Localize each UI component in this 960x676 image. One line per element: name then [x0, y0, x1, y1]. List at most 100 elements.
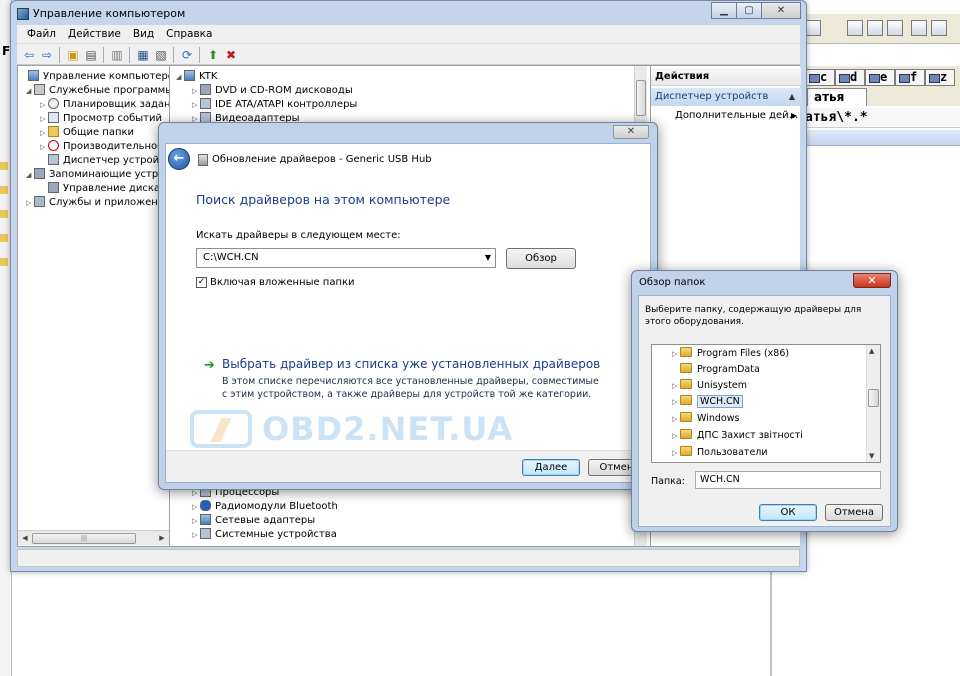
expand-arrow-icon[interactable]: ▷: [40, 140, 48, 154]
expand-arrow-icon[interactable]: ▷: [672, 411, 680, 427]
folder-item-selected[interactable]: ▷ WCH.CN: [672, 394, 743, 410]
collapse-up-icon[interactable]: ▲: [789, 88, 795, 106]
column-header[interactable]: [805, 130, 960, 146]
folder-item[interactable]: ▷ Unisystem: [672, 378, 747, 394]
expand-arrow-icon[interactable]: ▷: [192, 84, 200, 98]
pick-from-list-link[interactable]: Выбрать драйвер из списка уже установлен…: [222, 357, 600, 371]
browse-close-button[interactable]: ✕: [853, 273, 891, 288]
menu-view[interactable]: Вид: [127, 28, 160, 40]
tree-item-label: Производительность: [63, 141, 170, 152]
menu-action[interactable]: Действие: [62, 28, 127, 40]
tree-item[interactable]: ◢ Служебные программы: [26, 84, 169, 98]
driver-path-combobox[interactable]: C:\WCH.CN ▼: [196, 248, 496, 268]
scroll-down-icon[interactable]: ▼: [869, 452, 874, 460]
drive-button[interactable]: z: [925, 69, 955, 86]
tree-item[interactable]: ▷ Радиомодули Bluetooth: [192, 500, 338, 514]
folder-input[interactable]: WCH.CN: [695, 471, 881, 489]
update-driver-icon[interactable]: ⬆: [205, 47, 221, 63]
tree-item[interactable]: ▷ IDE ATA/ATAPI контроллеры: [192, 98, 357, 112]
tree-item[interactable]: ▷ DVD и CD-ROM дисководы: [192, 84, 353, 98]
ftp-icon[interactable]: [847, 20, 863, 36]
expand-arrow-icon[interactable]: ▷: [672, 378, 680, 394]
maximize-button[interactable]: ▢: [736, 2, 762, 19]
tree-item[interactable]: Управление дисками: [40, 182, 169, 196]
uninstall-icon[interactable]: ✖: [223, 47, 239, 63]
scroll-left-icon[interactable]: ◀: [19, 532, 31, 545]
expand-arrow-icon[interactable]: ▷: [192, 98, 200, 112]
folder-item[interactable]: ▷ Program Files (x86): [672, 346, 789, 362]
browse-button[interactable]: Обзор: [506, 248, 576, 269]
show-tree-icon[interactable]: ▤: [83, 47, 99, 63]
ftp-icon[interactable]: [867, 20, 883, 36]
collapse-arrow-icon[interactable]: ◢: [26, 168, 34, 182]
scan-hardware-icon[interactable]: ⟳: [179, 47, 195, 63]
help-icon[interactable]: ▦: [135, 47, 151, 63]
expand-arrow-icon[interactable]: ▷: [672, 394, 680, 410]
collapse-arrow-icon[interactable]: ◢: [176, 70, 184, 84]
next-button[interactable]: Далее: [522, 459, 580, 476]
collapse-arrow-icon[interactable]: ◢: [26, 84, 34, 98]
tree-item[interactable]: ◢ Запоминающие устройст: [26, 168, 169, 182]
tree-item[interactable]: ▷ Производительность: [40, 140, 170, 154]
up-folder-icon[interactable]: ▣: [65, 47, 81, 63]
expand-arrow-icon[interactable]: ▷: [40, 126, 48, 140]
tree-item-label: Планировщик заданий: [63, 99, 170, 110]
more-actions-item[interactable]: Дополнительные дей... ▶: [675, 108, 799, 124]
actions-section-device-manager[interactable]: Диспетчер устройств ▲: [651, 88, 801, 106]
tree-item[interactable]: ◢ KTK: [176, 70, 217, 84]
tree-item[interactable]: ▷ Системные устройства: [192, 528, 337, 542]
tree-item-label: Общие папки: [63, 127, 135, 138]
expand-arrow-icon[interactable]: ▷: [26, 196, 34, 210]
minimize-button[interactable]: ▁: [711, 2, 737, 19]
tree-item[interactable]: ▷ Сетевые адаптеры: [192, 514, 315, 528]
toolbar-icon[interactable]: [931, 20, 947, 36]
edit-icon[interactable]: [911, 20, 927, 36]
folder-item[interactable]: ▷ ДПС Захист звітності: [672, 428, 803, 444]
tree-item[interactable]: ▷ Планировщик заданий: [40, 98, 170, 112]
action-pane-icon[interactable]: ▧: [153, 47, 169, 63]
expand-arrow-icon[interactable]: ▷: [40, 98, 48, 112]
tree-item[interactable]: ▷ Общие папки: [40, 126, 134, 140]
expand-arrow-icon[interactable]: ▷: [192, 500, 200, 514]
expand-arrow-icon[interactable]: ▷: [672, 428, 680, 444]
folder-tree-scrollbar[interactable]: ▲ ▼: [866, 345, 880, 462]
properties-icon[interactable]: ▥: [109, 47, 125, 63]
scroll-right-icon[interactable]: ▶: [156, 532, 168, 545]
close-button[interactable]: ✕: [761, 2, 801, 19]
drive-button[interactable]: e: [865, 69, 895, 86]
drive-button[interactable]: d: [835, 69, 865, 86]
cancel-button[interactable]: Отмена: [825, 504, 883, 521]
expand-arrow-icon[interactable]: ▷: [672, 346, 680, 362]
tree-item[interactable]: ▷ Просмотр событий: [40, 112, 162, 126]
forward-arrow-icon[interactable]: ⇨: [39, 47, 55, 63]
menu-help[interactable]: Справка: [160, 28, 218, 40]
tab-folder[interactable]: атья: [807, 88, 867, 106]
folder-item[interactable]: ▷ Windows: [672, 411, 739, 427]
drive-button[interactable]: c: [805, 69, 835, 86]
tree-item[interactable]: Диспетчер устройств: [40, 154, 169, 168]
scrollbar-thumb[interactable]: [636, 80, 646, 116]
expand-arrow-icon[interactable]: ▷: [40, 112, 48, 126]
horizontal-scrollbar[interactable]: ◀ ||| ▶: [18, 530, 169, 545]
expand-arrow-icon[interactable]: ▷: [192, 514, 200, 528]
include-subfolders-checkbox[interactable]: ✓: [196, 277, 207, 288]
scroll-up-icon[interactable]: ▲: [869, 347, 874, 355]
back-arrow-icon[interactable]: ⇦: [21, 47, 37, 63]
toolbar-icon[interactable]: [887, 20, 903, 36]
folder-item[interactable]: ProgramData: [672, 362, 760, 378]
include-subfolders-row[interactable]: ✓ Включая вложенные папки: [196, 276, 355, 290]
dropdown-arrow-icon[interactable]: ▼: [485, 249, 491, 267]
scrollbar-thumb[interactable]: [868, 389, 879, 407]
tree-item[interactable]: ▷ Службы и приложения: [26, 196, 169, 210]
scrollbar-thumb[interactable]: |||: [32, 533, 136, 544]
tree-item[interactable]: Управление компьютером (л: [20, 70, 169, 84]
toolbar-icon[interactable]: [805, 20, 821, 36]
folder-item[interactable]: ▷ Пользователи: [672, 445, 768, 461]
menu-file[interactable]: Файл: [21, 28, 62, 40]
ok-button[interactable]: ОК: [759, 504, 817, 521]
expand-arrow-icon[interactable]: ▷: [672, 445, 680, 461]
expand-arrow-icon[interactable]: ▷: [192, 528, 200, 542]
back-button[interactable]: ←: [168, 148, 190, 170]
wizard-close-button[interactable]: ✕: [613, 125, 649, 139]
drive-button[interactable]: f: [895, 69, 925, 86]
